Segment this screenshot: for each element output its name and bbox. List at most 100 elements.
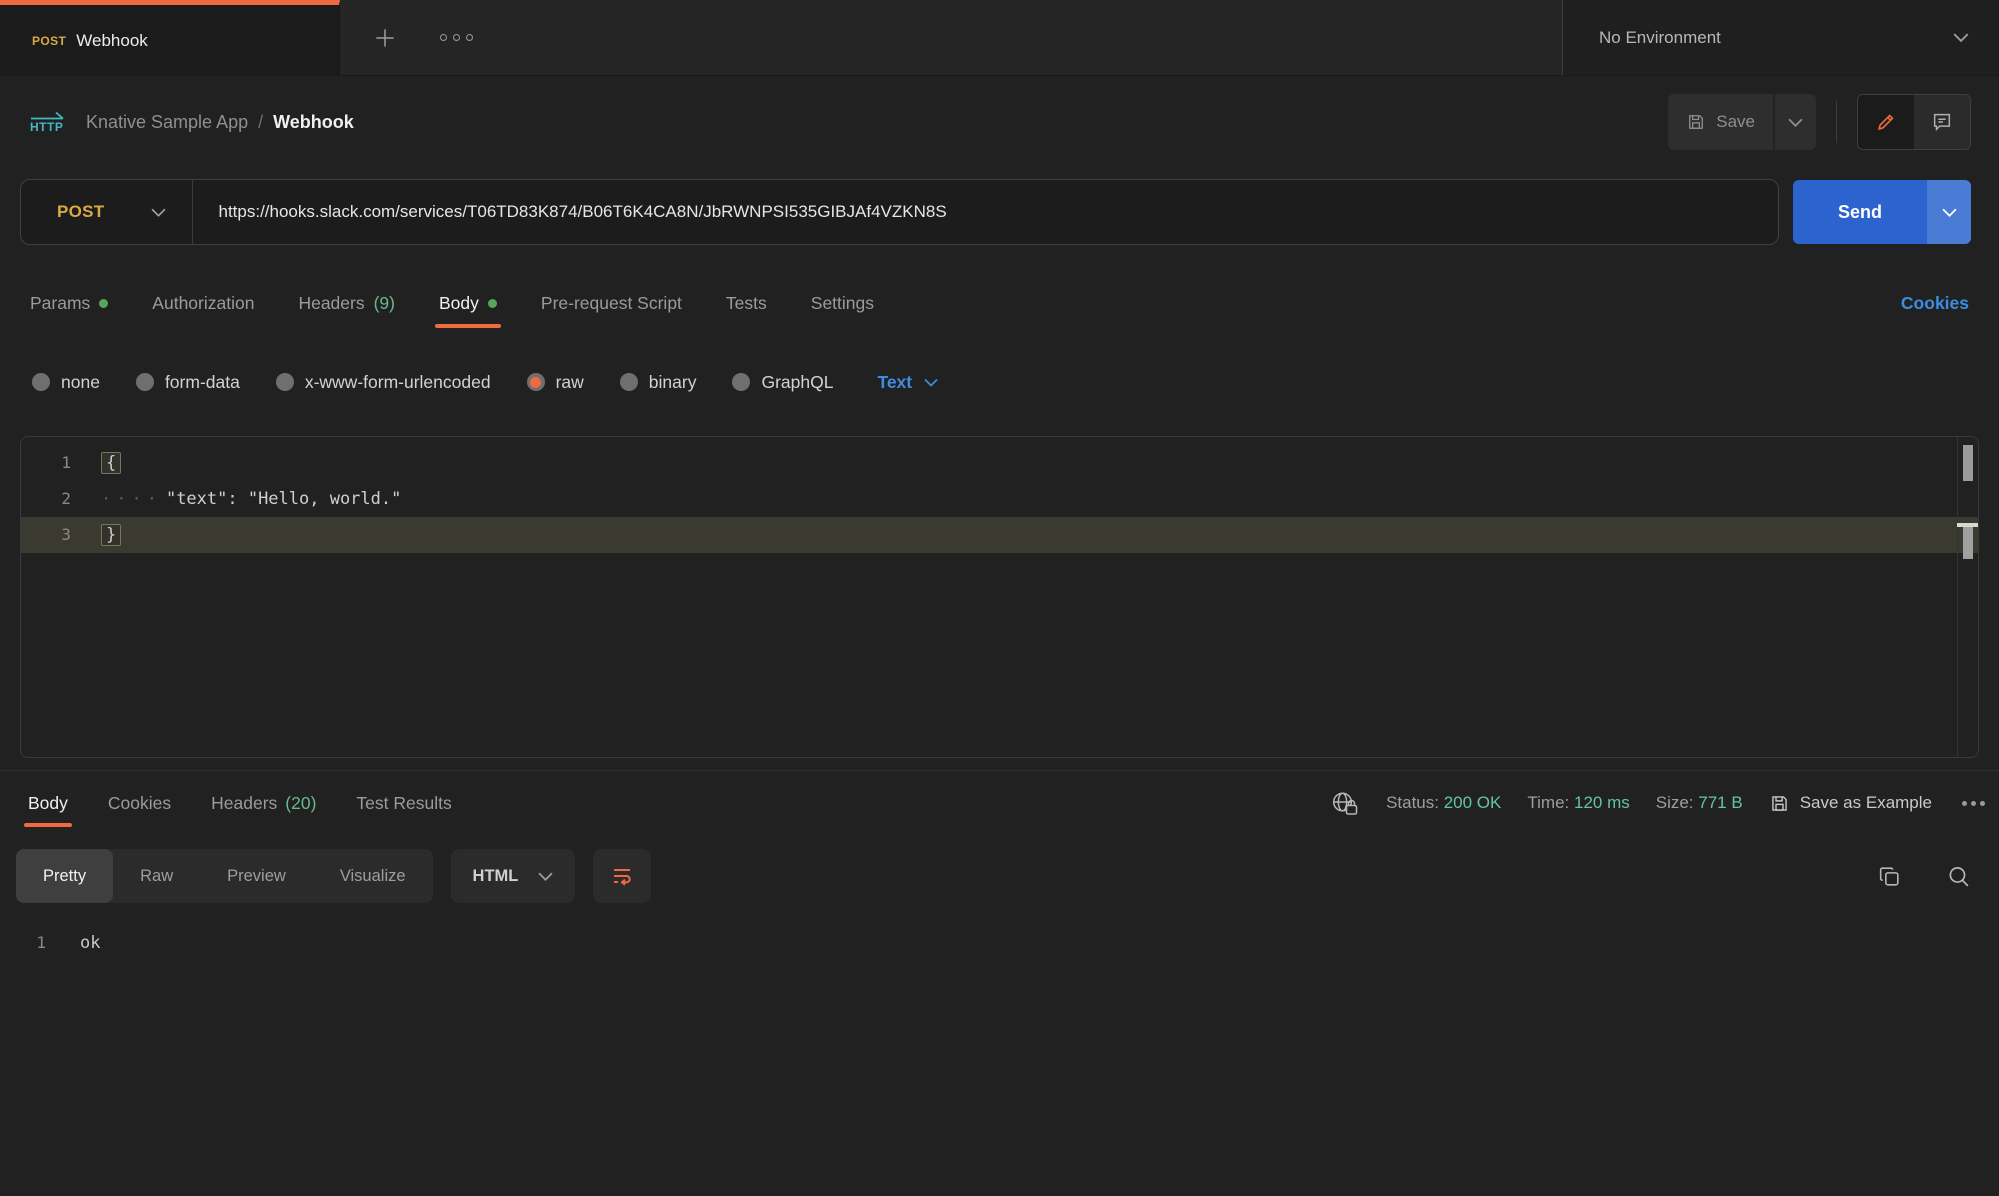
chevron-down-icon [1788,118,1803,127]
size-pair: Size: 771 B [1656,793,1743,813]
url-input[interactable]: https://hooks.slack.com/services/T06TD83… [193,202,947,222]
chevron-down-icon [1942,208,1957,217]
time-pair: Time: 120 ms [1527,793,1629,813]
editor-line: 2 ····"text": "Hello, world." [21,481,1978,517]
line-number: 1 [0,925,80,961]
tab-body[interactable]: Body [417,256,519,350]
view-preview[interactable]: Preview [200,849,313,903]
response-tab-headers[interactable]: Headers(20) [191,771,336,835]
cookies-link[interactable]: Cookies [1901,293,1991,314]
view-visualize[interactable]: Visualize [313,849,433,903]
code-text: "text": "Hello, world." [166,489,401,509]
header-divider [1836,101,1837,143]
open-request-tab[interactable]: POST Webhook [0,0,340,76]
mode-binary[interactable]: binary [620,372,697,393]
radio-icon [620,373,638,391]
new-tab-button[interactable] [372,25,398,51]
mode-form-data[interactable]: form-data [136,372,240,393]
tab-method-badge: POST [32,34,66,48]
time-label: Time: [1527,793,1569,812]
cursor-overview-mark [1963,527,1973,559]
search-icon[interactable] [1946,864,1971,889]
send-button-group: Send [1793,180,1971,244]
editor-line-current: 3 } [21,517,1978,553]
method-selector[interactable]: POST [21,180,192,244]
radio-icon [136,373,154,391]
http-request-icon: HTTP [30,111,66,134]
view-raw[interactable]: Raw [113,849,200,903]
save-button[interactable]: Save [1668,94,1773,150]
method-label: POST [57,202,105,222]
line-number: 3 [21,517,101,553]
whitespace-dots: ···· [101,489,162,509]
comment-icon [1931,111,1953,133]
response-tab-cookies[interactable]: Cookies [88,771,191,835]
chevron-down-icon [538,872,553,881]
response-meta: Status: 200 OK Time: 120 ms Size: 771 B … [1330,771,1985,835]
params-indicator-dot [99,299,108,308]
view-pretty[interactable]: Pretty [16,849,113,903]
save-as-example-button[interactable]: Save as Example [1769,793,1932,814]
mode-graphql[interactable]: GraphQL [732,372,833,393]
breadcrumb-request-name[interactable]: Webhook [273,112,354,133]
chevron-down-icon [1953,33,1969,42]
line-number: 1 [21,445,101,481]
response-view-switcher: Pretty Raw Preview Visualize [16,849,433,903]
breadcrumb-collection[interactable]: Knative Sample App [86,112,248,133]
response-line: 1 ok [0,925,1999,961]
request-header: HTTP Knative Sample App / Webhook Save [0,76,1999,168]
radio-icon [32,373,50,391]
response-body-viewer[interactable]: 1 ok [0,903,1999,961]
save-options-button[interactable] [1775,94,1816,150]
tab-strip [340,0,1562,76]
mode-none[interactable]: none [32,372,100,393]
mode-raw[interactable]: raw [527,372,584,393]
radio-icon [276,373,294,391]
send-options-button[interactable] [1927,180,1971,244]
size-label: Size: [1656,793,1694,812]
editor-scrollbar[interactable] [1957,437,1978,757]
scrollbar-thumb[interactable] [1963,445,1973,481]
raw-language-selector[interactable]: Text [877,372,938,393]
editor-line: 1 { [21,445,1978,481]
request-body-editor[interactable]: 1 { 2 ····"text": "Hello, world." 3 } [20,436,1979,758]
tab-title: Webhook [76,31,148,51]
tab-pre-request-script[interactable]: Pre-request Script [519,256,704,350]
tab-headers[interactable]: Headers(9) [276,256,417,350]
response-headers-count: (20) [285,793,316,814]
copy-icon[interactable] [1877,864,1902,889]
tab-options-icon[interactable] [440,34,473,41]
response-format-selector[interactable]: HTML [451,849,576,903]
response-header: Body Cookies Headers(20) Test Results [0,771,1999,835]
edit-comment-group [1857,94,1971,150]
headers-count: (9) [374,293,395,314]
response-options-icon[interactable] [1962,801,1985,806]
response-tab-body[interactable]: Body [8,771,88,835]
status-pair: Status: 200 OK [1386,793,1501,813]
postman-app: POST Webhook No Environment HTTP Knative… [0,0,1999,1196]
active-tab-indicator [435,324,501,328]
wrap-lines-button[interactable] [593,849,651,903]
save-icon [1769,793,1790,814]
size-value: 771 B [1698,793,1742,812]
response-toolbar: Pretty Raw Preview Visualize HTML [0,849,1999,903]
edit-request-button[interactable] [1858,95,1914,149]
active-tab-indicator [24,823,72,827]
chevron-down-icon [151,208,166,217]
network-globe-lock-icon[interactable] [1330,790,1360,817]
tab-tests[interactable]: Tests [704,256,789,350]
bracket-highlight: { [101,452,121,474]
request-tabs: Params Authorization Headers(9) Body Pre… [0,256,1999,350]
line-number: 2 [21,481,101,517]
environment-selector[interactable]: No Environment [1562,0,1999,76]
save-icon [1686,112,1706,132]
tab-params[interactable]: Params [8,256,130,350]
comments-button[interactable] [1914,95,1970,149]
tab-authorization[interactable]: Authorization [130,256,276,350]
editor-lines: 1 { 2 ····"text": "Hello, world." 3 } [21,437,1978,553]
radio-icon [732,373,750,391]
send-button[interactable]: Send [1793,180,1927,244]
tab-settings[interactable]: Settings [789,256,896,350]
response-tab-test-results[interactable]: Test Results [336,771,471,835]
mode-x-www-form-urlencoded[interactable]: x-www-form-urlencoded [276,372,491,393]
